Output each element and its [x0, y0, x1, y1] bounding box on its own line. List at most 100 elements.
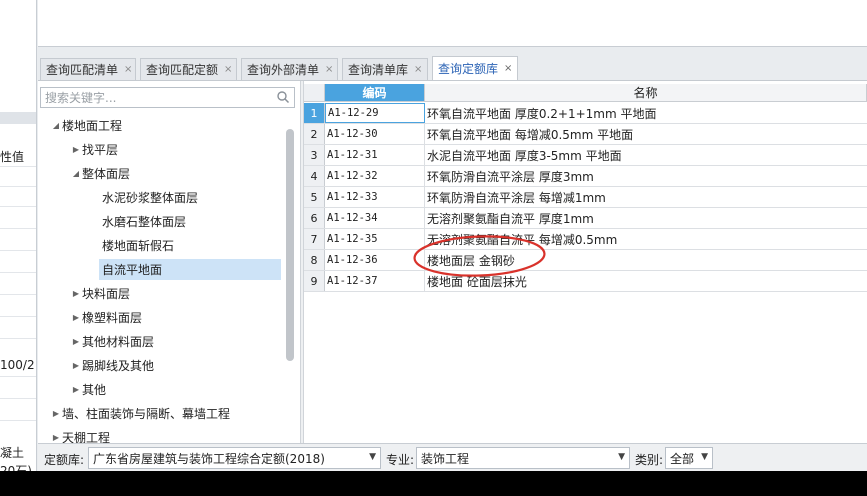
cell-name[interactable]: 无溶剂聚氨酯自流平 每增减0.5mm [425, 229, 867, 249]
tree-node-leveling-layer[interactable]: ▶ 找平层 [70, 139, 118, 160]
chevron-right-icon[interactable]: ▶ [70, 385, 82, 394]
tree-node-floor-works[interactable]: ◢ 楼地面工程 [50, 115, 122, 136]
tab-query-matched-bill[interactable]: 查询匹配清单 × [40, 58, 136, 80]
cell-code[interactable]: A1-12-32 [325, 166, 425, 186]
column-header-name[interactable]: 名称 [425, 84, 867, 102]
chevron-right-icon[interactable]: ▶ [50, 409, 62, 418]
tree-node-label: 块料面层 [82, 287, 131, 301]
table-row[interactable]: 9 A1-12-37 楼地面 砼面层抹光 [304, 271, 867, 292]
cell-code[interactable]: A1-12-31 [325, 145, 425, 165]
top-content-panel [38, 0, 867, 47]
tree-node-label: 找平层 [82, 143, 119, 157]
table-row[interactable]: 2 A1-12-30 环氧自流平地面 每增减0.5mm 平地面 [304, 124, 867, 145]
table-row[interactable]: 8 A1-12-36 楼地面层 金钢砂 [304, 250, 867, 271]
tab-label: 查询定额库 [438, 62, 499, 76]
table-row[interactable]: 4 A1-12-32 环氧防滑自流平涂层 厚度3mm [304, 166, 867, 187]
search-icon[interactable] [276, 90, 290, 104]
tree-node-label: 水泥砂浆整体面层 [102, 191, 199, 205]
tree-node-label: 橡塑料面层 [82, 311, 143, 325]
row-number: 8 [304, 250, 325, 270]
filter-bar: 定额库: 广东省房屋建筑与装饰工程综合定额(2018) ▼ 专业: 装饰工程 ▼… [38, 443, 867, 471]
cell-name[interactable]: 环氧自流平地面 每增减0.5mm 平地面 [425, 124, 867, 144]
close-icon[interactable]: × [124, 64, 132, 75]
close-icon[interactable]: × [504, 63, 512, 74]
chevron-down-icon[interactable]: ◢ [50, 121, 62, 130]
tree-node-rubber-plastic[interactable]: ▶ 橡塑料面层 [70, 307, 142, 328]
column-header-code[interactable]: 编码 [325, 84, 425, 102]
cell-code[interactable]: A1-12-33 [325, 187, 425, 207]
close-icon[interactable]: × [224, 64, 232, 75]
search-input[interactable] [41, 88, 266, 107]
chevron-right-icon[interactable]: ▶ [70, 289, 82, 298]
divider [0, 228, 36, 229]
cell-code[interactable]: A1-12-29 [325, 103, 425, 123]
cell-name[interactable]: 环氧自流平地面 厚度0.2+1+1mm 平地面 [425, 103, 867, 123]
tree-node-label: 整体面层 [82, 167, 131, 181]
cell-name[interactable]: 无溶剂聚氨酯自流平 厚度1mm [425, 208, 867, 228]
row-number: 1 [304, 103, 325, 123]
divider [0, 316, 36, 317]
cell-code[interactable]: A1-12-30 [325, 124, 425, 144]
row-number: 3 [304, 145, 325, 165]
cell-code[interactable]: A1-12-36 [325, 250, 425, 270]
tree-node-other-materials[interactable]: ▶ 其他材料面层 [70, 331, 154, 352]
tree-node-bush-hammered[interactable]: 楼地面斩假石 [102, 235, 174, 256]
specialty-select[interactable]: 装饰工程 ▼ [416, 447, 630, 469]
specialty-label: 专业: [386, 453, 415, 467]
tree-node-label: 天棚工程 [62, 431, 111, 444]
tree-node-label: 其他材料面层 [82, 335, 155, 349]
close-icon[interactable]: × [414, 64, 422, 75]
tree-node-label: 自流平地面 [99, 259, 281, 280]
divider [0, 272, 36, 273]
tree-node-integral-surface[interactable]: ◢ 整体面层 [70, 163, 130, 184]
tree-node-label: 其他 [82, 383, 107, 397]
tree-node-block-surface[interactable]: ▶ 块料面层 [70, 283, 130, 304]
property-panel-header [0, 112, 36, 124]
tree-node-cement-mortar[interactable]: 水泥砂浆整体面层 [102, 187, 198, 208]
cell-code[interactable]: A1-12-34 [325, 208, 425, 228]
table-row[interactable]: 3 A1-12-31 水泥自流平地面 厚度3-5mm 平地面 [304, 145, 867, 166]
cell-code[interactable]: A1-12-35 [325, 229, 425, 249]
tab-query-external-bill[interactable]: 查询外部清单 × [241, 58, 338, 80]
tree-node-wall-column[interactable]: ▶ 墙、柱面装饰与隔断、幕墙工程 [50, 403, 230, 424]
tab-query-bill-library[interactable]: 查询清单库 × [342, 58, 428, 80]
cell-name[interactable]: 水泥自流平地面 厚度3-5mm 平地面 [425, 145, 867, 165]
property-value-2: 凝土 [0, 446, 25, 460]
chevron-right-icon[interactable]: ▶ [70, 361, 82, 370]
table-row[interactable]: 1 A1-12-29 环氧自流平地面 厚度0.2+1+1mm 平地面 [304, 103, 867, 124]
chevron-right-icon[interactable]: ▶ [70, 145, 82, 154]
table-row[interactable]: 6 A1-12-34 无溶剂聚氨酯自流平 厚度1mm [304, 208, 867, 229]
row-number: 9 [304, 271, 325, 291]
property-value-1: 100/2 [0, 358, 35, 372]
chevron-down-icon[interactable]: ◢ [70, 169, 82, 178]
cell-name[interactable]: 环氧防滑自流平涂层 每增减1mm [425, 187, 867, 207]
table-row[interactable]: 5 A1-12-33 环氧防滑自流平涂层 每增减1mm [304, 187, 867, 208]
table-row[interactable]: 7 A1-12-35 无溶剂聚氨酯自流平 每增减0.5mm [304, 229, 867, 250]
tree-node-ceiling[interactable]: ▶ 天棚工程 [50, 427, 110, 444]
category-select[interactable]: 全部 ▼ [665, 447, 713, 469]
tree-scrollbar[interactable] [286, 129, 294, 361]
tab-label: 查询匹配清单 [46, 63, 119, 77]
chevron-right-icon[interactable]: ▶ [50, 433, 62, 442]
chevron-right-icon[interactable]: ▶ [70, 313, 82, 322]
chevron-down-icon: ▼ [618, 452, 625, 462]
quota-grid: 编码 名称 1 A1-12-29 环氧自流平地面 厚度0.2+1+1mm 平地面… [304, 84, 867, 444]
tree-node-skirting[interactable]: ▶ 踢脚线及其他 [70, 355, 154, 376]
divider [0, 294, 36, 295]
search-box[interactable] [40, 87, 295, 108]
cell-name[interactable]: 环氧防滑自流平涂层 厚度3mm [425, 166, 867, 186]
close-icon[interactable]: × [325, 64, 333, 75]
cell-code[interactable]: A1-12-37 [325, 271, 425, 291]
chevron-right-icon[interactable]: ▶ [70, 337, 82, 346]
tab-query-quota-library[interactable]: 查询定额库 × [432, 56, 518, 80]
tree-node-self-leveling-floor[interactable]: 自流平地面 [99, 259, 281, 280]
cell-name[interactable]: 楼地面层 金钢砂 [425, 250, 867, 270]
tree-node-other[interactable]: ▶ 其他 [70, 379, 106, 400]
cell-name[interactable]: 楼地面 砼面层抹光 [425, 271, 867, 291]
library-select[interactable]: 广东省房屋建筑与装饰工程综合定额(2018) ▼ [88, 447, 381, 469]
tab-query-matched-quota[interactable]: 查询匹配定额 × [140, 58, 237, 80]
divider [0, 186, 36, 187]
divider [0, 250, 36, 251]
tree-node-terrazzo[interactable]: 水磨石整体面层 [102, 211, 186, 232]
tree-node-label: 踢脚线及其他 [82, 359, 155, 373]
